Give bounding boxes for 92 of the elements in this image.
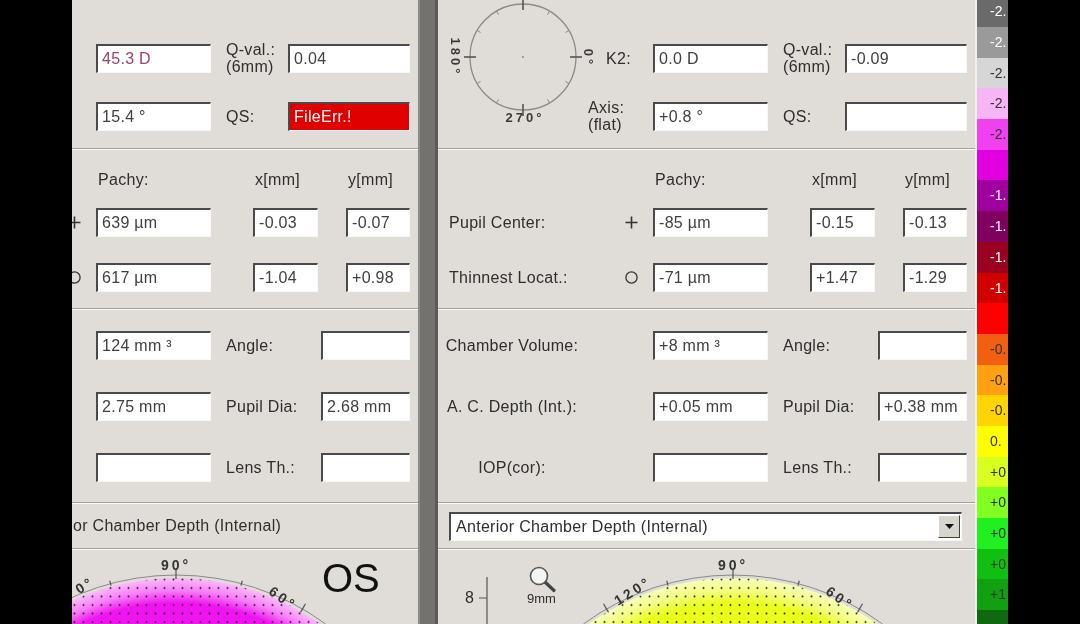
column-header: Pachy: bbox=[98, 171, 149, 189]
color-scale-step: -1. bbox=[977, 180, 1008, 212]
input-field[interactable]: -0.15 bbox=[810, 208, 875, 237]
field-label: QS: bbox=[226, 107, 255, 125]
input-field[interactable]: -0.13 bbox=[903, 208, 967, 237]
field-label: Q-val.: (6mm) bbox=[226, 41, 277, 75]
input-field[interactable]: -0.03 bbox=[253, 208, 318, 237]
field-label: Chamber Volume: bbox=[445, 337, 579, 354]
input-field[interactable]: 0.0 D bbox=[653, 43, 768, 73]
input-field[interactable]: -0.07 bbox=[346, 208, 410, 237]
field-label: Lens Th.: bbox=[783, 459, 853, 476]
color-scale-step: -2. bbox=[977, 119, 1008, 150]
field-label: K2: bbox=[606, 49, 631, 67]
input-field[interactable]: +0.05 mm bbox=[653, 392, 768, 421]
color-scale-step: +0 bbox=[977, 548, 1008, 580]
input-field[interactable]: 45.3 D bbox=[96, 43, 211, 73]
angle-label: 270° bbox=[505, 110, 545, 126]
angle-label: 60° bbox=[823, 582, 857, 614]
input-field[interactable]: 0.04 bbox=[288, 43, 410, 73]
angle-label: 0° bbox=[72, 573, 98, 598]
input-field[interactable]: -1.29 bbox=[903, 263, 967, 292]
magnifier-icon[interactable] bbox=[528, 566, 556, 592]
field-label: Pupil Dia: bbox=[783, 398, 855, 415]
input-field[interactable]: 2.68 mm bbox=[321, 392, 410, 421]
input-field[interactable]: +0.38 mm bbox=[878, 392, 967, 421]
input-field[interactable]: +1.47 bbox=[810, 263, 875, 292]
eye-label: OS bbox=[322, 558, 380, 598]
color-scale-step: -2. bbox=[977, 88, 1008, 120]
color-scale-step: -0. bbox=[977, 395, 1008, 426]
color-scale-step: +0 bbox=[977, 518, 1008, 549]
input-field[interactable] bbox=[878, 453, 967, 482]
color-scale-step: -1. bbox=[977, 241, 1008, 273]
color-scale-step: -1. bbox=[977, 272, 1008, 304]
color-scale-step: -0. bbox=[977, 333, 1008, 365]
angle-label: 90° bbox=[717, 557, 749, 573]
field-label: Lens Th.: bbox=[226, 459, 296, 476]
angle-label: 180° bbox=[447, 37, 463, 77]
input-field[interactable] bbox=[653, 453, 768, 482]
zoom-label: 9mm bbox=[527, 592, 556, 606]
input-field[interactable]: -85 µm bbox=[653, 208, 768, 237]
column-header: y[mm] bbox=[348, 171, 394, 189]
color-scale-step: -2. bbox=[977, 0, 1008, 27]
column-header: Pachy: bbox=[655, 171, 706, 189]
scale-axis bbox=[479, 577, 488, 624]
map-type-label: or Chamber Depth (Internal) bbox=[73, 517, 282, 535]
input-field[interactable]: 124 mm ³ bbox=[96, 331, 211, 360]
color-scale-step: 0. bbox=[977, 425, 1008, 457]
angle-label: 0° bbox=[580, 48, 596, 68]
color-scale-step: -2. bbox=[977, 57, 1008, 89]
input-field[interactable]: FileErr.! bbox=[288, 101, 410, 131]
input-field[interactable] bbox=[878, 331, 967, 360]
input-field[interactable]: -71 µm bbox=[653, 263, 768, 292]
field-label: Angle: bbox=[783, 337, 831, 354]
color-scale-step: -2. bbox=[977, 27, 1008, 58]
input-field[interactable]: +0.98 bbox=[346, 263, 410, 292]
field-label: Angle: bbox=[226, 337, 274, 354]
input-field[interactable]: +0.8 ° bbox=[653, 101, 768, 131]
field-label: Pupil Dia: bbox=[226, 398, 298, 415]
dropdown-button[interactable] bbox=[938, 515, 960, 538]
input-field[interactable] bbox=[845, 101, 967, 131]
column-header: x[mm] bbox=[255, 171, 301, 189]
color-scale-step: -0. bbox=[977, 364, 1008, 396]
field-label: IOP(cor): bbox=[478, 459, 546, 476]
input-field[interactable] bbox=[96, 453, 211, 482]
crosshair-icon bbox=[625, 216, 638, 229]
column-header: x[mm] bbox=[812, 171, 858, 189]
field-label: QS: bbox=[783, 107, 812, 125]
circle-icon bbox=[625, 271, 638, 284]
caret-down-icon bbox=[944, 524, 954, 529]
input-field[interactable]: 617 µm bbox=[96, 263, 211, 292]
scale-label: 8 bbox=[465, 590, 475, 606]
color-scale-step: +1 bbox=[977, 579, 1008, 611]
input-field[interactable]: 639 µm bbox=[96, 208, 211, 237]
angle-label: 90° bbox=[160, 557, 192, 573]
field-label: Thinnest Locat.: bbox=[449, 269, 568, 286]
column-header: y[mm] bbox=[905, 171, 951, 189]
input-field[interactable]: +8 mm ³ bbox=[653, 331, 768, 360]
field-label: Axis: (flat) bbox=[588, 99, 626, 133]
field-label: Pupil Center: bbox=[449, 214, 546, 231]
color-scale-step: -1. bbox=[977, 211, 1008, 242]
input-field[interactable]: 15.4 ° bbox=[96, 101, 211, 131]
input-field[interactable]: -0.09 bbox=[845, 43, 967, 73]
input-field[interactable] bbox=[321, 331, 410, 360]
field-label: A. C. Depth (Int.): bbox=[446, 398, 578, 415]
dropdown[interactable]: Anterior Chamber Depth (Internal) bbox=[449, 511, 962, 541]
input-field[interactable]: -1.04 bbox=[253, 263, 318, 292]
input-field[interactable]: 2.75 mm bbox=[96, 392, 211, 421]
angle-label: 60° bbox=[266, 582, 300, 614]
color-scale-step: +0 bbox=[977, 456, 1008, 488]
input-field[interactable] bbox=[321, 453, 410, 482]
color-scale-step: +0 bbox=[977, 487, 1008, 518]
field-label: Q-val.: (6mm) bbox=[783, 41, 834, 75]
